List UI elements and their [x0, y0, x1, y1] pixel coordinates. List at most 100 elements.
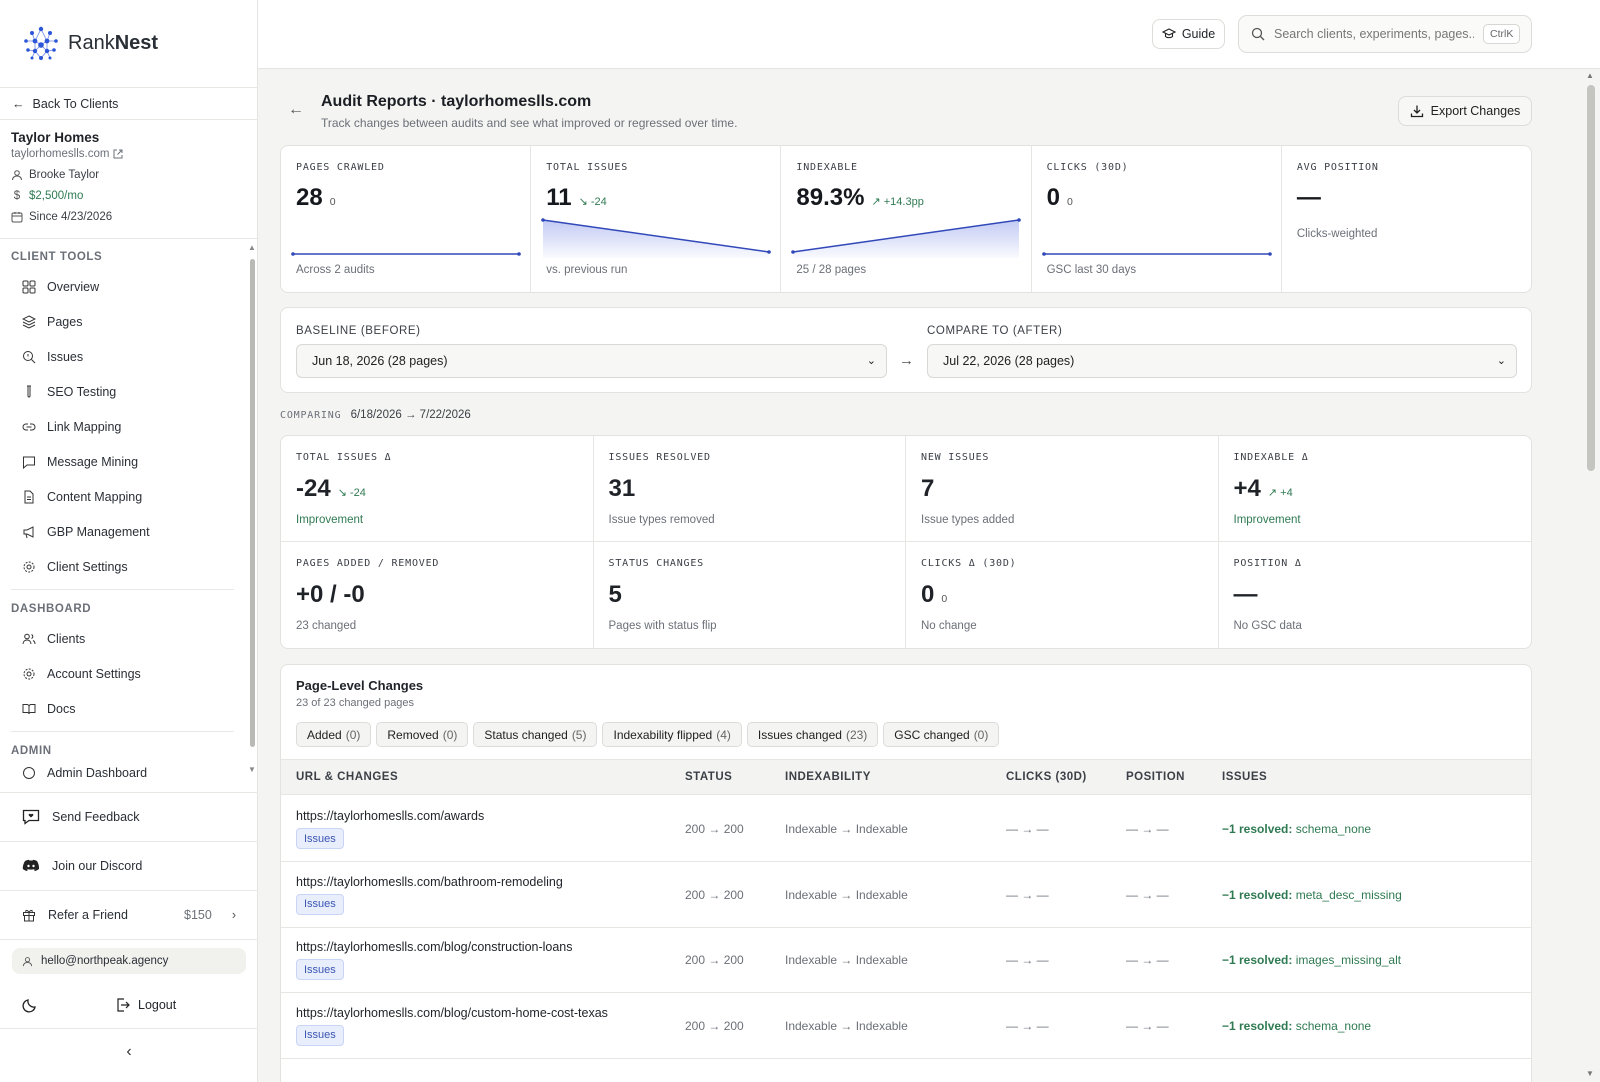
moon-icon[interactable] [22, 997, 38, 1013]
table-row[interactable]: https://taylorhomeslls.com/awards Issues 2… [281, 796, 1531, 862]
filter-chip-added[interactable]: Added (0) [296, 722, 372, 747]
sidebar-item-label: Overview [47, 279, 100, 294]
sidebar-item-label: GBP Management [47, 524, 150, 539]
trend-down-icon: ↘ [578, 196, 591, 208]
delta-pages-added-removed: PAGES ADDED / REMOVED +0 / -0 23 changed [281, 542, 594, 648]
kpi-small: 0 [329, 196, 336, 208]
page-title: Audit Reports · taylorhomeslls.com [321, 93, 592, 110]
brand-logo[interactable]: RankNest [0, 0, 257, 88]
sidebar-item-link-mapping[interactable]: Link Mapping [0, 409, 246, 444]
scroll-down-icon[interactable]: ▼ [248, 765, 256, 774]
back-to-clients-link[interactable]: ← Back To Clients [0, 88, 257, 120]
send-feedback-button[interactable]: Send Feedback [0, 792, 258, 841]
refer-friend-button[interactable]: Refer a Friend $150 › [0, 890, 258, 939]
chevron-down-icon: ⌄ [1496, 355, 1506, 367]
client-info: Taylor Homes taylorhomeslls.com Brooke T… [0, 120, 257, 239]
kpi-value: 89.3% [796, 184, 865, 211]
sidebar-item-admin-dashboard[interactable]: Admin Dashboard [0, 755, 246, 790]
arrow-right-icon: → [899, 352, 914, 369]
sidebar-item-message-mining[interactable]: Message Mining [0, 444, 246, 479]
sidebar-item-label: Clients [47, 631, 86, 646]
delta-total-issues: TOTAL ISSUES Δ -24 ↘ -24 Improvement [281, 436, 594, 542]
client-url-link[interactable]: taylorhomeslls.com [11, 148, 246, 160]
export-changes-button[interactable]: Export Changes [1398, 96, 1532, 126]
table-row[interactable]: https://taylorhomeslls.com/blog/custom-h… [281, 993, 1531, 1059]
scroll-down-icon[interactable]: ▼ [1586, 1069, 1594, 1078]
sidebar-item-account-settings[interactable]: Account Settings [0, 656, 246, 691]
chip-count: (4) [716, 727, 731, 742]
filter-chip-removed[interactable]: Removed (0) [376, 722, 469, 747]
kpi-value-row: 89.3% ↗ +14.3pp [796, 184, 1015, 214]
row-url[interactable]: https://taylorhomeslls.com/awards [296, 809, 484, 823]
column-header-clicks[interactable]: CLICKS (30D) [1006, 771, 1087, 783]
page-scrollbar[interactable]: ▲ ▼ [1554, 69, 1600, 1082]
kpi-value: 28 [296, 184, 323, 211]
page-scroll-thumb[interactable] [1587, 85, 1595, 471]
filter-chip-gsc-changed[interactable]: GSC changed (0) [883, 722, 1000, 747]
row-url[interactable]: https://taylorhomeslls.com/blog/construc… [296, 940, 573, 954]
kpi-clicks: CLICKS (30D) 00 GSC last 30 days [1032, 146, 1282, 292]
sidebar-scroll-thumb[interactable] [250, 259, 255, 747]
search-input[interactable] [1274, 27, 1474, 41]
column-header-position[interactable]: POSITION [1126, 771, 1185, 783]
client-since: Since 4/23/2026 [11, 209, 246, 225]
row-clicks: — → — [1006, 953, 1049, 967]
delta-value: 5 [608, 581, 622, 608]
sidebar-item-pages[interactable]: Pages [0, 304, 246, 339]
sidebar-item-seo-testing[interactable]: SEO Testing [0, 374, 246, 409]
sidebar-item-label: Docs [47, 701, 76, 716]
sidebar-item-issues[interactable]: Issues [0, 339, 246, 374]
scroll-up-icon[interactable]: ▲ [1586, 71, 1594, 80]
sidebar-item-client-settings[interactable]: Client Settings [0, 549, 246, 584]
row-url[interactable]: https://taylorhomeslls.com/bathroom-remo… [296, 875, 563, 889]
filter-chip-issues-changed[interactable]: Issues changed (23) [746, 722, 879, 747]
external-link-icon [113, 149, 123, 159]
join-discord-button[interactable]: Join our Discord [0, 841, 258, 890]
since-value: Since 4/23/2026 [29, 211, 113, 223]
page-level-changes: Page-Level Changes 23 of 23 changed page… [280, 664, 1532, 1082]
gift-icon [23, 909, 35, 922]
megaphone-icon [23, 525, 34, 538]
kpi-value: 11 [546, 184, 572, 211]
logout-button[interactable]: Logout [116, 998, 176, 1012]
filter-chip-status-changed[interactable]: Status changed (5) [473, 722, 598, 747]
delta-note: Improvement [296, 514, 364, 526]
filter-chip-indexability-flipped[interactable]: Indexability flipped (4) [602, 722, 742, 747]
guide-button[interactable]: Guide [1152, 19, 1225, 49]
sparkline [1041, 252, 1272, 256]
sidebar-item-clients[interactable]: Clients [0, 621, 246, 656]
trend-up-icon: ↗ [1267, 487, 1281, 499]
kpi-delta-text: +14.3pp [883, 196, 924, 208]
sidebar-item-content-mapping[interactable]: Content Mapping [0, 479, 246, 514]
global-search[interactable]: CtrlK [1238, 15, 1532, 53]
row-position: — → — [1126, 1018, 1169, 1033]
row-indexability: Indexable → Indexable [785, 953, 908, 967]
table-row[interactable]: https://taylorhomeslls.com/bathroom-remo… [281, 862, 1531, 928]
sidebar-item-gbp-management[interactable]: GBP Management [0, 514, 246, 549]
account-email[interactable]: hello@northpeak.agency [12, 948, 246, 974]
column-header-status[interactable]: STATUS [685, 771, 732, 783]
scroll-up-icon[interactable]: ▲ [248, 243, 256, 252]
row-url[interactable]: https://taylorhomeslls.com/blog/custom-h… [296, 1006, 608, 1020]
refer-label: Refer a Friend [48, 908, 128, 922]
column-header-url[interactable]: URL & CHANGES [296, 771, 398, 783]
collapse-sidebar-button[interactable]: ‹ [0, 1028, 258, 1074]
sparkline-point [1017, 218, 1022, 222]
sidebar-item-overview[interactable]: Overview [0, 269, 246, 304]
sidebar-scrollbar[interactable]: ▲ ▼ [246, 243, 258, 791]
delta-label: INDEXABLE Δ [1233, 452, 1309, 463]
delta-label: PAGES ADDED / REMOVED [296, 558, 440, 569]
sidebar-item-docs[interactable]: Docs [0, 691, 246, 726]
column-header-issues[interactable]: ISSUES [1222, 771, 1267, 783]
table-row[interactable]: https://taylorhomeslls.com/blog/construc… [281, 927, 1531, 993]
chip-label: GSC changed [894, 727, 970, 742]
column-header-indexability[interactable]: INDEXABILITY [785, 771, 871, 783]
compare-select[interactable]: Jul 22, 2026 (28 pages) ⌄ [927, 344, 1517, 378]
baseline-select[interactable]: Jun 18, 2026 (28 pages) ⌄ [296, 344, 887, 378]
delta-label: STATUS CHANGES [608, 558, 704, 569]
back-arrow-icon[interactable]: ← [288, 101, 304, 119]
sidebar-item-label: Content Mapping [47, 489, 143, 504]
delta-label: ISSUES RESOLVED [608, 452, 711, 463]
row-position: — → — [1126, 822, 1169, 836]
sparkline-area [543, 220, 770, 258]
